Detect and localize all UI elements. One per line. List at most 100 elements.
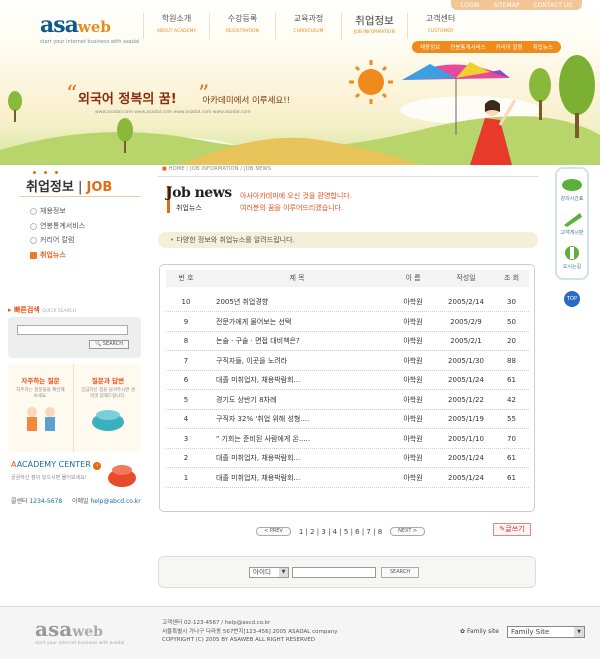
table-row[interactable]: 3 " 기회는 준비된 사람에게 온..... 아학원 2005/1/10 70 xyxy=(166,430,529,449)
sidebar-item-news[interactable]: 취업뉴스 xyxy=(30,248,85,263)
quick-search-label: 빠른검색 xyxy=(13,306,40,314)
top-button[interactable]: TOP xyxy=(564,291,580,307)
cell-title[interactable]: 대졸 미취업자, 채용박람회... xyxy=(206,469,388,487)
cell-title[interactable]: 대졸 미취업자, 채용박람회... xyxy=(206,449,388,467)
cell-views: 55 xyxy=(507,415,516,423)
sitemap-link[interactable]: SITEMAP xyxy=(494,2,520,9)
logo-web: web xyxy=(77,18,111,36)
table-row[interactable]: 2 대졸 미취업자, 채용박람회... 아학원 2005/1/24 61 xyxy=(166,449,529,468)
logo[interactable]: asaweb start your internet business with… xyxy=(40,12,139,45)
footer: asaweb start your internet business with… xyxy=(0,606,600,659)
email-contact: 이메일 help@abcd.co.kr xyxy=(72,496,141,505)
table-row[interactable]: 8 논술 · 구술 · 면접 대비책은? 아학원 2005/2/1 20 xyxy=(166,332,529,351)
cell-number: 7 xyxy=(183,356,189,365)
intro-line: 아사아카데미에 오신 것을 환영합니다. xyxy=(240,192,352,200)
col-title: 제 목 xyxy=(289,274,305,282)
sidebar-title: 취업정보 | JOB xyxy=(26,180,113,195)
dots-decoration xyxy=(33,171,58,174)
nav-sublabel: CUSTOMER xyxy=(427,29,454,34)
cell-number: 3 xyxy=(183,434,189,443)
chevron-down-icon: ▼ xyxy=(279,568,288,577)
quick-board[interactable]: 고객게시판 xyxy=(557,211,587,236)
sidebar-item-career[interactable]: 커리어 칼럼 xyxy=(30,233,85,248)
phone-illustration xyxy=(108,465,136,487)
sidebar-item-salary[interactable]: 연봉통계서비스 xyxy=(30,219,85,234)
faq-card[interactable]: 자주하는 질문 자주하는 질문들을 확인해 보세요. xyxy=(8,364,74,452)
family-site-text: Family site xyxy=(466,628,499,635)
quick-search-button-label: SEARCH xyxy=(102,341,124,347)
search-field-select[interactable]: 아이디 ▼ xyxy=(249,567,289,578)
cell-title[interactable]: 논술 · 구술 · 면접 대비책은? xyxy=(206,332,388,350)
search-button[interactable]: SEARCH xyxy=(381,567,419,578)
table-row[interactable]: 7 구직자들, 이곳을 노려라 아학원 2005/1/30 88 xyxy=(166,352,529,371)
write-button[interactable]: ✎글쓰기 xyxy=(493,523,531,536)
table-row[interactable]: 6 대졸 미취업자, 채용박람회... 아학원 2005/1/24 61 xyxy=(166,371,529,390)
quick-search-button[interactable]: 🔍 SEARCH xyxy=(89,340,129,349)
contact-link[interactable]: CONTACT US xyxy=(533,2,572,9)
subnav-news[interactable]: 취업뉴스 xyxy=(533,43,553,51)
subnav-recruit[interactable]: 채용정보 xyxy=(420,43,440,51)
slogan: 외국어 정복의 꿈! 아카데미에서 이루세요!! xyxy=(78,88,290,107)
cell-date: 2005/1/24 xyxy=(448,376,484,384)
quick-directions[interactable]: 오시는길 xyxy=(557,245,587,270)
nav-customer[interactable]: 고객센터 CUSTOMER xyxy=(407,13,473,39)
login-link[interactable]: LOGIN xyxy=(461,2,480,9)
family-site-select[interactable]: Family Site ▼ xyxy=(507,626,585,638)
news-table: 번 호 제 목 이 름 작성일 조 회 10 2005년 취업경향 아학원 2005/… xyxy=(159,264,535,512)
search-input[interactable] xyxy=(292,567,376,578)
intro-text: 아사아카데미에 오신 것을 환영합니다. 여러분의 꿈을 이루어드리겠습니다. xyxy=(240,190,352,214)
prev-button[interactable]: < PREV xyxy=(256,527,291,536)
slogan-main: 외국어 정복의 꿈! xyxy=(78,92,177,107)
cell-title[interactable]: 대졸 미취업자, 채용박람회... xyxy=(206,371,388,389)
nav-sublabel: JOB INFORMATION xyxy=(354,30,395,35)
family-site-label: ✿ Family site xyxy=(460,628,499,635)
sidebar-title-en: JOB xyxy=(86,180,113,195)
nav-sublabel: REGISTRATION xyxy=(225,29,260,34)
sidebar-menu: 채용정보 연봉통계서비스 커리어 칼럼 취업뉴스 xyxy=(30,204,85,262)
nav-label: 고객센터 xyxy=(425,14,456,23)
logo-tagline: start your internet business with asadal xyxy=(40,39,140,45)
cell-title[interactable]: 경기도 상반기 8차례 xyxy=(206,391,388,409)
cell-title[interactable]: 구직자들, 이곳을 노려라 xyxy=(206,352,388,370)
cell-title[interactable]: 2005년 취업경향 xyxy=(206,293,388,311)
table-row[interactable]: 9 전문가에게 물어보는 선택 아학원 2005/2/9 50 xyxy=(166,313,529,332)
intro-line: 여러분의 꿈을 이루어드리겠습니다. xyxy=(240,204,344,212)
cell-name: 아학원 xyxy=(403,298,423,306)
telephone-icon xyxy=(92,410,124,431)
cell-name: 아학원 xyxy=(403,376,423,384)
nav-job-information[interactable]: 취업정보 JOB INFORMATION xyxy=(341,13,407,39)
breadcrumb: ■ HOME / JOB INFORMATION / JOB NEWS xyxy=(162,166,272,172)
sidebar-title-ko: 취업정보 xyxy=(26,180,74,195)
cell-title[interactable]: " 기회는 준비된 사람에게 온..... xyxy=(206,430,388,448)
cell-number: 1 xyxy=(183,473,189,482)
table-row[interactable]: 1 대졸 미취업자, 채용박람회... 아학원 2005/1/24 61 xyxy=(166,469,529,488)
quick-timetable[interactable]: 강의시간표 xyxy=(557,177,587,202)
footer-logo: asaweb start your internet business with… xyxy=(35,617,124,646)
subnav-career[interactable]: 커리어 칼럼 xyxy=(496,43,523,51)
cell-name: 아학원 xyxy=(403,317,423,326)
cell-views: 61 xyxy=(507,454,516,462)
nav-label: 학원소개 xyxy=(161,14,192,23)
table-row[interactable]: 10 2005년 취업경향 아학원 2005/2/14 30 xyxy=(166,293,529,312)
sidebar-item-recruit[interactable]: 채용정보 xyxy=(30,204,85,219)
subnav-salary[interactable]: 연봉통계서비스 xyxy=(450,43,485,51)
nav-registration[interactable]: 수강등록 REGISTRATION xyxy=(209,13,275,39)
cell-title[interactable]: 구직자 32% '취업 위해 성형.... xyxy=(206,410,388,428)
table-row[interactable]: 4 구직자 32% '취업 위해 성형.... 아학원 2005/1/19 55 xyxy=(166,410,529,429)
nav-about[interactable]: 학원소개 ABOUT ACADEMY xyxy=(143,13,209,39)
qa-card[interactable]: 질문과 답변 궁금하신 점을 남겨주시면 성의껏 답해드립니다. xyxy=(75,364,141,452)
next-button[interactable]: NEXT > xyxy=(390,527,426,536)
nav-curriculum[interactable]: 교육과정 CURRICULUM xyxy=(275,13,341,39)
table-row[interactable]: 5 경기도 상반기 8차례 아학원 2005/1/22 42 xyxy=(166,391,529,410)
cell-views: 70 xyxy=(507,434,516,443)
quick-search-box: 🔍 SEARCH xyxy=(8,317,141,358)
cell-title[interactable]: 전문가에게 물어보는 선택 xyxy=(206,313,388,331)
cell-name: 아학원 xyxy=(403,337,423,345)
quick-search-input[interactable] xyxy=(17,325,128,335)
cell-date: 2005/1/24 xyxy=(448,454,484,462)
academy-desc: 궁금하신 점이 있으시면 물어보세요! xyxy=(11,475,87,481)
email-link[interactable]: help@abcd.co.kr xyxy=(90,498,140,505)
page-numbers[interactable]: 1 | 2 | 3 | 4 | 5 | 6 | 7 | 8 xyxy=(299,528,382,536)
sub-nav: 채용정보 연봉통계서비스 커리어 칼럼 취업뉴스 xyxy=(412,41,561,53)
timetable-icon xyxy=(562,179,582,191)
